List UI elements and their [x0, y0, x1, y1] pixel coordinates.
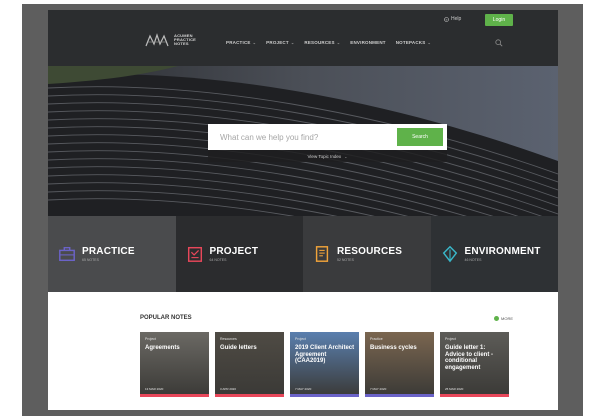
note-title: Agreements	[145, 345, 180, 351]
note-category: Project	[295, 337, 306, 341]
nav-item-notepacks[interactable]: NOTEPACKS ⌄	[396, 40, 431, 45]
category-tile-project[interactable]: PROJECT 64 NOTES	[175, 216, 303, 292]
nav-item-practice[interactable]: PRACTICE ⌄	[226, 40, 256, 45]
category-color-bar	[440, 394, 509, 397]
search-button-label: Search	[412, 134, 428, 140]
chevron-down-icon: ⌄	[252, 40, 257, 45]
category-text: PRACTICE 65 NOTES	[82, 246, 135, 262]
note-card[interactable]: Project Agreements 13 MAR 2020	[140, 332, 209, 397]
webpage: ? Help Login ACUMEN PRACTICE NOTES PRACT…	[48, 10, 558, 410]
chevron-down-icon: ⌄	[344, 153, 348, 159]
category-count: 46 NOTES	[464, 258, 482, 262]
note-title: Guide letters	[220, 345, 257, 351]
nav-label: ENVIRONMENT	[350, 40, 386, 45]
search-input[interactable]	[208, 124, 397, 150]
plus-icon	[494, 316, 499, 321]
more-link[interactable]: MORE	[494, 316, 513, 321]
nav-item-environment[interactable]: ENVIRONMENT	[350, 40, 385, 45]
book-icon	[315, 246, 329, 262]
note-category: Project	[145, 337, 156, 341]
topic-index-label: View Topic Index	[307, 153, 342, 159]
note-category: Project	[445, 337, 456, 341]
login-button[interactable]: Login	[485, 14, 513, 26]
note-date: 25 MAR 2020	[445, 387, 464, 391]
category-title: RESOURCES	[337, 246, 403, 257]
help-icon: ?	[444, 16, 449, 22]
search-icon[interactable]	[495, 39, 503, 47]
note-title: 2019 Client Architect Agreement (CAA2019…	[295, 345, 355, 364]
nav-label: RESOURCES	[304, 40, 335, 45]
note-date: 13 MAR 2020	[145, 387, 164, 391]
category-color-bar	[140, 394, 209, 397]
clipboard-icon	[187, 246, 202, 262]
category-count: 52 NOTES	[337, 258, 354, 262]
main-nav: PRACTICE ⌄ PROJECT ⌄ RESOURCES ⌄ ENVIRONMEN…	[226, 40, 431, 45]
leaf-icon	[442, 245, 457, 263]
note-category: Practice	[370, 337, 383, 341]
category-count: 65 NOTES	[82, 258, 99, 262]
category-color-bar	[365, 394, 434, 397]
note-date: 7 MAY 2020	[370, 387, 387, 391]
logo-text: ACUMEN PRACTICE NOTES	[174, 33, 196, 47]
hero-search-box: Search	[208, 124, 447, 150]
category-title: PROJECT	[209, 246, 259, 257]
category-color-bar	[290, 394, 359, 397]
photo-frame: ? Help Login ACUMEN PRACTICE NOTES PRACT…	[0, 0, 605, 419]
note-date: 3 APR 2020	[220, 387, 237, 391]
category-text: ENVIRONMENT 46 NOTES	[465, 246, 541, 262]
note-title: Business cycles	[370, 345, 417, 351]
note-card[interactable]: Project Guide letter 1: Advice to client…	[440, 332, 509, 397]
hero-banner: Search View Topic Index ⌄	[48, 66, 558, 216]
nav-item-project[interactable]: PROJECT ⌄	[266, 40, 294, 45]
logo-text-line-3: NOTES	[174, 41, 189, 47]
category-text: RESOURCES 52 NOTES	[337, 246, 402, 262]
site-logo[interactable]: ACUMEN PRACTICE NOTES	[144, 32, 196, 48]
category-color-bar	[215, 394, 284, 397]
search-button[interactable]: Search	[208, 124, 443, 146]
note-card[interactable]: Resources Guide letters 3 APR 2020	[215, 332, 284, 397]
category-tiles: PRACTICE 65 NOTES PROJECT 64 NOTES RESOU…	[48, 216, 558, 292]
category-count: 64 NOTES	[209, 258, 227, 262]
help-link[interactable]: ? Help	[444, 16, 461, 22]
site-header: ? Help Login ACUMEN PRACTICE NOTES PRACT…	[48, 10, 558, 66]
section-title: POPULAR NOTES	[140, 315, 192, 321]
category-tile-environment[interactable]: ENVIRONMENT 46 NOTES	[430, 216, 558, 292]
note-card[interactable]: Practice Business cycles 7 MAY 2020	[365, 332, 434, 397]
search-icon	[208, 124, 213, 129]
category-tile-practice[interactable]: PRACTICE 65 NOTES	[48, 216, 176, 292]
logo-icon	[145, 33, 169, 47]
note-category: Resources	[220, 337, 237, 341]
note-date: 7 MAY 2020	[295, 387, 312, 391]
topic-index-link[interactable]: View Topic Index ⌄	[208, 150, 447, 162]
nav-label: PRACTICE	[226, 40, 251, 45]
help-label: Help	[451, 16, 462, 22]
nav-label: NOTEPACKS	[395, 40, 426, 45]
category-tile-resources[interactable]: RESOURCES 52 NOTES	[303, 216, 431, 292]
more-label: MORE	[501, 316, 513, 321]
category-text: PROJECT 64 NOTES	[210, 246, 259, 262]
briefcase-icon	[59, 246, 75, 262]
chevron-down-icon: ⌄	[427, 40, 431, 45]
category-title: ENVIRONMENT	[464, 246, 541, 257]
chevron-down-icon: ⌄	[336, 40, 341, 45]
nav-item-resources[interactable]: RESOURCES ⌄	[304, 40, 340, 45]
monitor-screen: ? Help Login ACUMEN PRACTICE NOTES PRACT…	[22, 4, 583, 416]
login-label: Login	[492, 17, 506, 23]
popular-notes-section: POPULAR NOTES MORE Project Agreements 13…	[48, 292, 558, 410]
category-title: PRACTICE	[82, 246, 135, 257]
note-card[interactable]: Project 2019 Client Architect Agreement …	[290, 332, 359, 397]
note-cards: Project Agreements 13 MAR 2020 Resources…	[140, 332, 509, 397]
chevron-down-icon: ⌄	[290, 40, 295, 45]
note-title: Guide letter 1: Advice to client - condi…	[445, 345, 494, 371]
nav-label: PROJECT	[266, 40, 289, 45]
